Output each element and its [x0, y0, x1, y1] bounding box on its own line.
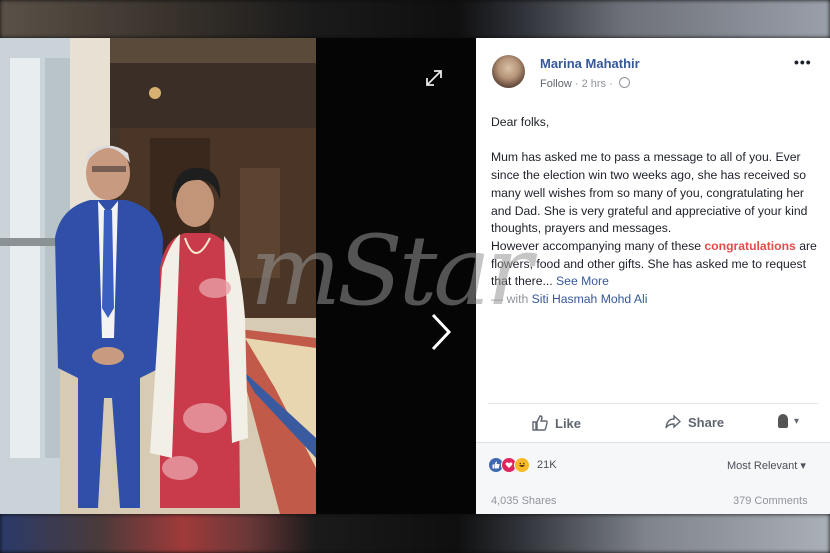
post-paragraph-1: Mum has asked me to pass a message to al… — [491, 150, 808, 236]
share-icon — [665, 414, 682, 429]
tagged-person-link[interactable]: Siti Hasmah Mohd Ali — [532, 292, 648, 306]
expand-icon[interactable] — [424, 68, 444, 88]
share-button[interactable]: Share — [664, 414, 724, 430]
globe-icon — [618, 77, 630, 88]
tagged-with: — with Siti Hasmah Mohd Ali — [491, 291, 821, 309]
post-time[interactable]: 2 hrs — [582, 78, 606, 90]
like-label: Like — [555, 415, 582, 431]
share-label: Share — [688, 414, 725, 430]
watermark-logo: mStar — [250, 215, 532, 327]
post-text: Dear folks, Mum has asked me to pass a m… — [491, 114, 821, 309]
haha-reaction-icon — [514, 457, 530, 473]
meta-separator: · — [574, 78, 579, 90]
post-card: Marina Mahathir Follow · 2 hrs · ••• Dea… — [476, 38, 830, 514]
post-as-selector[interactable]: ▾ — [778, 414, 799, 428]
comment-sort-dropdown[interactable]: Most Relevant ▾ — [727, 459, 806, 472]
like-button[interactable]: Like — [531, 414, 581, 432]
author-name[interactable]: Marina Mahathir — [540, 56, 640, 71]
blurred-background-top — [0, 0, 830, 38]
divider — [488, 403, 818, 404]
see-more-link[interactable]: See More — [556, 274, 609, 288]
reactions-bar: 21K Most Relevant ▾ 4,035 Shares 379 Com… — [476, 443, 830, 514]
avatar[interactable] — [492, 55, 525, 88]
reactions-summary[interactable]: 21K — [488, 457, 557, 473]
follow-link[interactable]: Follow — [540, 78, 572, 90]
comments-count[interactable]: 379 Comments — [733, 495, 808, 507]
thumbs-up-icon — [532, 415, 548, 431]
viewer-avatar — [778, 414, 788, 428]
post-paragraph-2: However accompanying many of these congr… — [491, 238, 821, 291]
blurred-background-bottom — [0, 514, 830, 553]
meta-separator: · — [609, 78, 613, 90]
post-greeting: Dear folks, — [491, 115, 550, 129]
highlighted-word: congratulations — [704, 238, 796, 253]
post-meta: Follow · 2 hrs · — [540, 77, 630, 90]
chevron-down-icon: ▾ — [794, 415, 800, 427]
shares-count[interactable]: 4,035 Shares — [491, 495, 556, 507]
reaction-count: 21K — [537, 459, 557, 471]
more-options-icon[interactable]: ••• — [794, 54, 812, 70]
